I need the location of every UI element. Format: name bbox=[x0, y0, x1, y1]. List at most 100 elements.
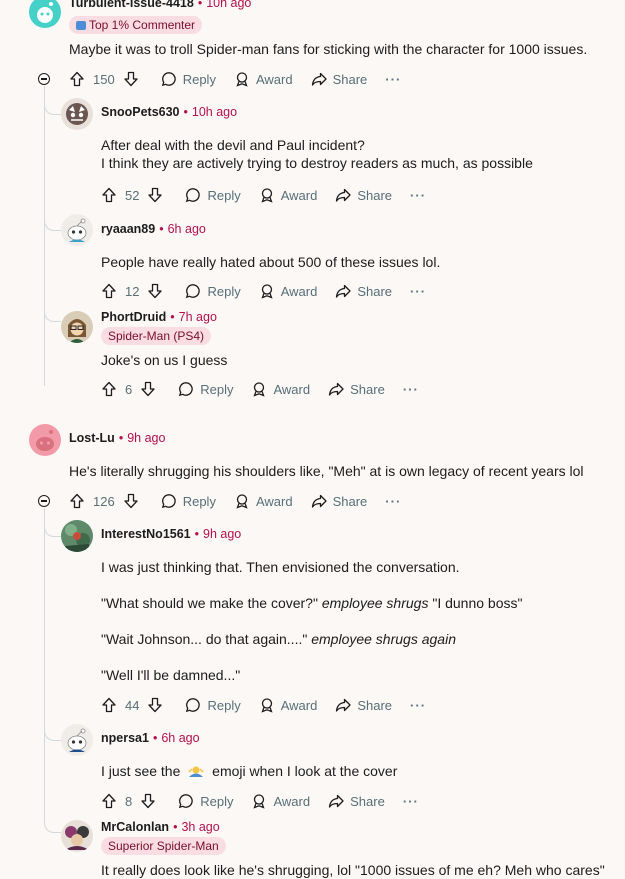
more-options-button[interactable]: ··· bbox=[410, 698, 426, 713]
user-flair: Top 1% Commenter bbox=[69, 16, 203, 34]
award-icon bbox=[261, 284, 273, 299]
person-shrugging-emoji bbox=[188, 764, 204, 778]
username[interactable]: ryaaan89 bbox=[101, 222, 155, 236]
timestamp[interactable]: 3h ago bbox=[181, 820, 219, 834]
comment-meta: npersa1 • 6h ago bbox=[101, 731, 200, 745]
award-icon bbox=[253, 794, 266, 809]
award-icon bbox=[261, 698, 273, 713]
comment-body: I was just thinking that. Then envisione… bbox=[101, 559, 523, 683]
award-icon bbox=[261, 188, 273, 203]
username[interactable]: SnooPets630 bbox=[101, 105, 180, 119]
overflow-menu-icon: ··· bbox=[402, 381, 419, 397]
share-button[interactable]: Share bbox=[311, 493, 367, 509]
vote-count: 6 bbox=[125, 381, 133, 397]
timestamp[interactable]: 10h ago bbox=[192, 105, 237, 119]
share-icon bbox=[328, 382, 344, 396]
share-button[interactable]: Share bbox=[328, 793, 385, 809]
collapse-thread-button[interactable] bbox=[38, 495, 50, 507]
avatar[interactable] bbox=[61, 214, 93, 246]
award-button[interactable]: Award bbox=[251, 793, 310, 809]
downvote-icon[interactable] bbox=[147, 283, 163, 299]
award-button[interactable]: Award bbox=[259, 283, 317, 299]
avatar[interactable] bbox=[61, 98, 93, 130]
comment-meta: ryaaan89 • 6h ago bbox=[101, 222, 206, 236]
timestamp[interactable]: 7h ago bbox=[179, 310, 217, 324]
avatar[interactable] bbox=[61, 724, 93, 756]
comment-actions: 8 Reply Award Share ··· bbox=[101, 790, 437, 812]
avatar[interactable] bbox=[29, 424, 61, 456]
timestamp[interactable]: 10h ago bbox=[206, 0, 251, 10]
comment-body: I just see the emoji when I look at the … bbox=[101, 763, 398, 779]
user-flair: Spider-Man (PS4) bbox=[101, 327, 212, 345]
share-button[interactable]: Share bbox=[335, 187, 392, 203]
overflow-menu-icon: ··· bbox=[385, 71, 402, 87]
upvote-icon[interactable] bbox=[101, 381, 117, 397]
comment-body: Maybe it was to troll Spider-man fans fo… bbox=[69, 41, 588, 57]
share-button[interactable]: Share bbox=[328, 381, 385, 397]
downvote-icon[interactable] bbox=[123, 71, 139, 87]
more-options-button[interactable]: ··· bbox=[403, 794, 419, 809]
avatar[interactable] bbox=[29, 0, 61, 28]
more-options-button[interactable]: ··· bbox=[385, 494, 401, 509]
username[interactable]: PhortDruid bbox=[101, 310, 166, 324]
more-options-button[interactable]: ··· bbox=[410, 284, 426, 299]
award-button[interactable]: Award bbox=[234, 71, 293, 87]
downvote-icon[interactable] bbox=[147, 187, 163, 203]
reply-button[interactable]: Reply bbox=[178, 381, 233, 397]
award-button[interactable]: Award bbox=[251, 381, 310, 397]
thread-elbow bbox=[44, 804, 61, 833]
username[interactable]: npersa1 bbox=[101, 731, 149, 745]
avatar[interactable] bbox=[61, 311, 93, 343]
award-button[interactable]: Award bbox=[234, 493, 293, 509]
share-icon bbox=[311, 72, 327, 86]
thread-elbow bbox=[44, 86, 61, 115]
comment-actions: 150 Reply Award Share ··· bbox=[69, 68, 419, 90]
downvote-icon[interactable] bbox=[140, 381, 156, 397]
username[interactable]: Turbulent-Issue-4418 bbox=[69, 0, 194, 10]
avatar[interactable] bbox=[61, 820, 93, 852]
collapse-thread-button[interactable] bbox=[38, 73, 50, 85]
share-button[interactable]: Share bbox=[335, 283, 392, 299]
downvote-icon[interactable] bbox=[140, 793, 156, 809]
username[interactable]: Lost-Lu bbox=[69, 431, 115, 445]
award-icon bbox=[236, 72, 248, 87]
more-options-button[interactable]: ··· bbox=[403, 382, 419, 397]
reply-button[interactable]: Reply bbox=[161, 71, 216, 87]
chat-bubble-icon bbox=[186, 284, 201, 299]
reply-button[interactable]: Reply bbox=[161, 493, 216, 509]
share-button[interactable]: Share bbox=[311, 71, 367, 87]
overflow-menu-icon: ··· bbox=[410, 187, 427, 203]
upvote-icon[interactable] bbox=[101, 697, 117, 713]
timestamp[interactable]: 9h ago bbox=[127, 431, 165, 445]
downvote-icon[interactable] bbox=[123, 493, 139, 509]
more-options-button[interactable]: ··· bbox=[410, 188, 426, 203]
share-button[interactable]: Share bbox=[335, 697, 392, 713]
share-icon bbox=[336, 188, 351, 202]
comment-actions: 6 Reply Award Share ··· bbox=[101, 378, 437, 400]
reply-button[interactable]: Reply bbox=[185, 697, 241, 713]
avatar[interactable] bbox=[61, 520, 93, 552]
upvote-icon[interactable] bbox=[101, 283, 117, 299]
timestamp[interactable]: 9h ago bbox=[203, 527, 241, 541]
timestamp[interactable]: 6h ago bbox=[168, 222, 206, 236]
upvote-icon[interactable] bbox=[101, 187, 117, 203]
share-icon bbox=[328, 794, 344, 808]
comment-body: It really does look like he's shrugging,… bbox=[101, 862, 605, 878]
upvote-icon[interactable] bbox=[69, 493, 85, 509]
downvote-icon[interactable] bbox=[147, 697, 163, 713]
comment-body: After deal with the devil and Paul incid… bbox=[101, 137, 533, 171]
reply-button[interactable]: Reply bbox=[185, 283, 241, 299]
username[interactable]: InterestNo1561 bbox=[101, 527, 191, 541]
overflow-menu-icon: ··· bbox=[410, 283, 427, 299]
award-button[interactable]: Award bbox=[259, 697, 317, 713]
award-button[interactable]: Award bbox=[259, 187, 317, 203]
upvote-icon[interactable] bbox=[69, 71, 85, 87]
chat-bubble-icon bbox=[186, 188, 201, 203]
upvote-icon[interactable] bbox=[101, 793, 117, 809]
more-options-button[interactable]: ··· bbox=[385, 72, 401, 87]
username[interactable]: MrCalonlan bbox=[101, 820, 169, 834]
vote-count: 126 bbox=[93, 493, 115, 509]
timestamp[interactable]: 6h ago bbox=[161, 731, 199, 745]
reply-button[interactable]: Reply bbox=[185, 187, 241, 203]
reply-button[interactable]: Reply bbox=[178, 793, 233, 809]
